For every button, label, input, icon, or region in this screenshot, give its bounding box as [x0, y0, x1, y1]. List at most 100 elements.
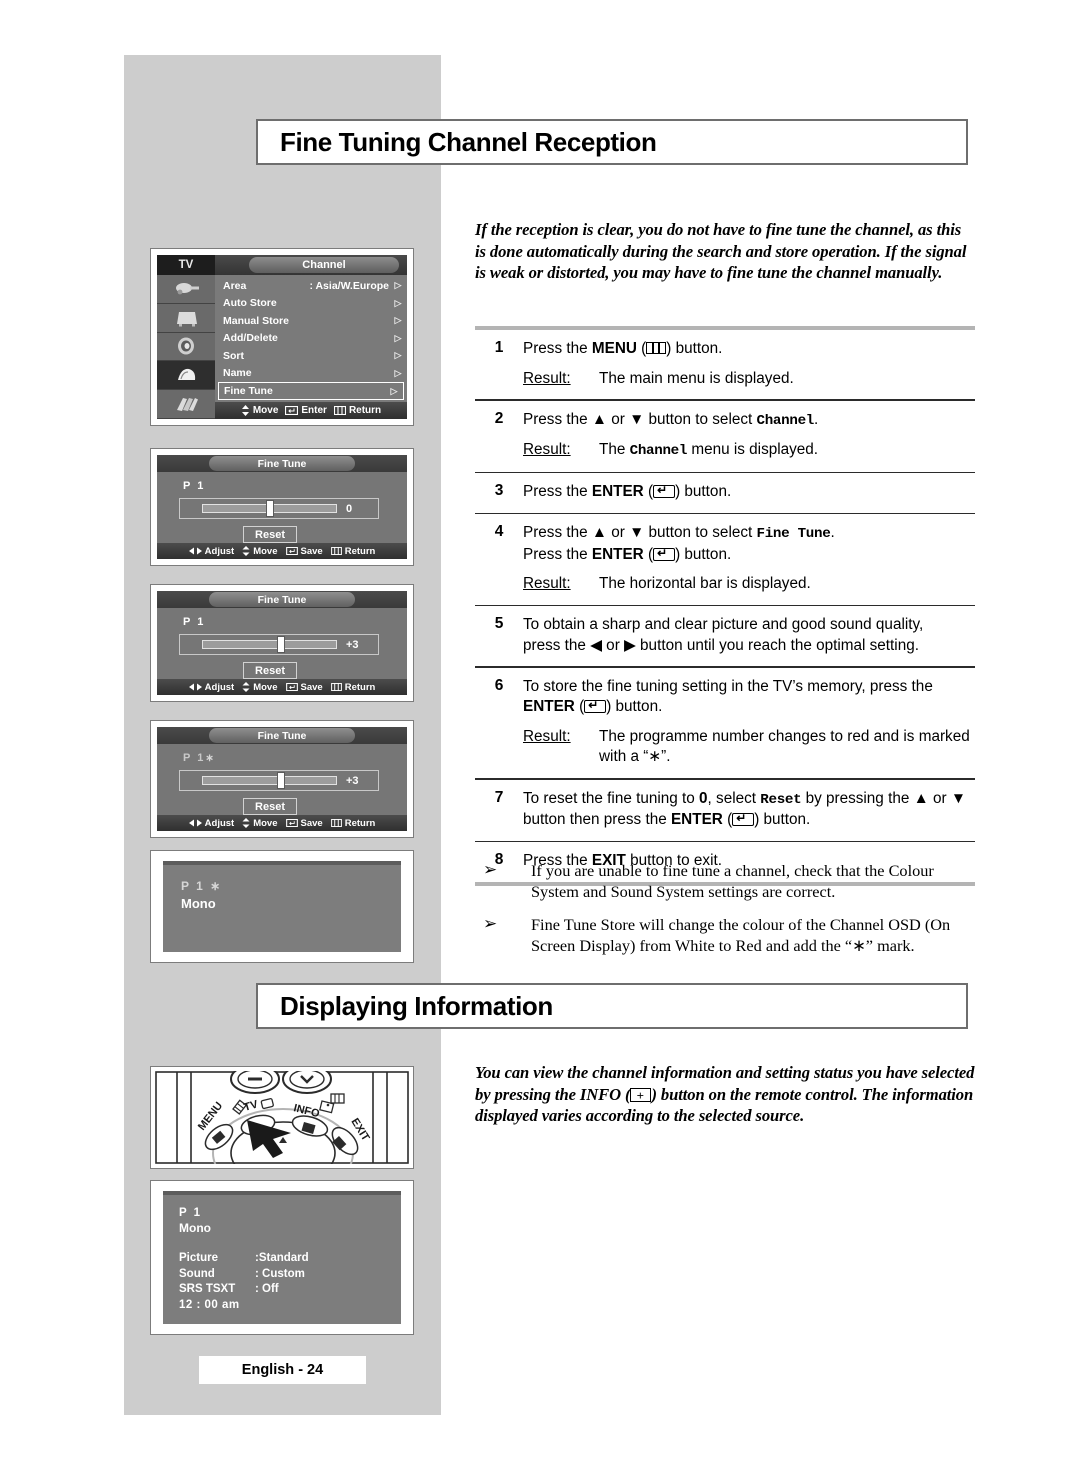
- result-label: Result:: [523, 575, 571, 593]
- step-text: press the ◀ or ▶ button until you reach …: [523, 636, 919, 654]
- osd-menu-item-name[interactable]: Name ▷: [215, 365, 407, 383]
- menu-key-icon: [330, 683, 342, 691]
- enter-key-icon: [653, 485, 676, 499]
- programme-label: P 1: [181, 879, 205, 893]
- reset-button[interactable]: Reset: [243, 526, 297, 543]
- intro-paragraph-fine-tuning: If the reception is clear, you do not ha…: [475, 220, 967, 282]
- step-text-post: by pressing the ▲ or ▼: [801, 789, 966, 807]
- osd-menu-item-add-delete[interactable]: Add/Delete ▷: [215, 330, 407, 348]
- osd-nav-enter: Enter: [285, 405, 327, 416]
- leftright-arrow-icon: [188, 683, 202, 691]
- enter-key-icon: [285, 819, 298, 827]
- chevron-right-icon: ▷: [394, 332, 402, 343]
- updown-arrow-icon: [242, 546, 250, 556]
- menu-key-icon: [330, 819, 342, 827]
- osd-channel-menu: TV Channel Area: Asia/W.Europe ▷ Auto S…: [150, 248, 414, 426]
- setting-key: SRS TSXT: [179, 1283, 236, 1295]
- programme-label: P 1: [183, 616, 206, 628]
- osd-programme-number: P 1: [183, 616, 205, 628]
- slider-track[interactable]: [202, 500, 337, 517]
- osd-title-bar: Fine Tune: [157, 455, 407, 472]
- updown-arrow-icon: [242, 818, 250, 828]
- osd-programme-number-marked: P 1 ∗: [181, 879, 401, 893]
- intro-paragraph-displaying-information: You can view the channel information and…: [475, 1062, 980, 1127]
- input-source-icon[interactable]: [157, 275, 215, 304]
- step-number: 1: [494, 339, 504, 356]
- programme-label: P 1: [183, 480, 206, 492]
- fine-tune-slider[interactable]: 0: [179, 498, 379, 519]
- sound-icon[interactable]: [157, 332, 215, 362]
- step-item: 1 Press the MENU () button. Result: The …: [475, 330, 975, 399]
- osd-nav-label: Return: [344, 681, 376, 693]
- osd-nav-label: Return: [348, 405, 382, 416]
- osd-menu-item-area[interactable]: Area : Asia/W.Europe ▷: [215, 277, 407, 295]
- fine-tune-slider[interactable]: +3: [179, 770, 379, 791]
- reset-button[interactable]: Reset: [243, 662, 297, 679]
- step-text: ENTER () button.: [523, 697, 975, 718]
- step-item: 6 To store the fine tuning setting in th…: [475, 668, 975, 778]
- step-text-mid: (: [643, 483, 654, 501]
- osd-nav-return: Return: [330, 817, 376, 829]
- slider-thumb[interactable]: [277, 636, 286, 653]
- slider-thumb[interactable]: [265, 500, 274, 517]
- result-text-post: menu is displayed.: [687, 441, 819, 459]
- step-text-pre: button then press the: [523, 811, 671, 829]
- enter-key-icon: [653, 547, 676, 561]
- slider-thumb[interactable]: [277, 772, 286, 789]
- step-key-label: ENTER: [591, 545, 644, 563]
- osd-programme-number: P 1: [183, 480, 205, 492]
- step-text-post: .: [830, 524, 835, 542]
- result-text: The horizontal bar is displayed.: [599, 575, 811, 593]
- setup-icon[interactable]: [157, 390, 215, 419]
- page-title-secondary: Displaying Information: [280, 990, 553, 1021]
- step-result: Result: The main menu is displayed.: [523, 369, 975, 390]
- slider-track[interactable]: [202, 636, 337, 653]
- info-key-icon: [630, 1085, 652, 1106]
- osd-nav-label: Return: [344, 817, 376, 829]
- picture-icon[interactable]: [157, 303, 215, 333]
- menu-key-icon: [646, 342, 667, 354]
- osd-nav-move: Move: [241, 405, 278, 416]
- step-text-post: .: [814, 410, 819, 428]
- step-item: 7 To reset the fine tuning to 0, select …: [475, 780, 975, 841]
- leftright-arrow-icon: [188, 819, 202, 827]
- osd-title-bar: TV Channel: [157, 255, 407, 275]
- step-text-mid: (: [574, 698, 585, 716]
- page-number-label: English - 24: [241, 1362, 324, 1378]
- osd-menu-item-manual-store[interactable]: Manual Store ▷: [215, 312, 407, 330]
- slider-track[interactable]: [202, 772, 337, 789]
- step-text-mid: (: [722, 811, 733, 829]
- step-text-mid: (: [636, 340, 647, 357]
- osd-title-bar: Fine Tune: [157, 591, 407, 608]
- step-text: To obtain a sharp and clear picture and …: [523, 616, 924, 634]
- reset-button[interactable]: Reset: [243, 798, 297, 815]
- osd-nav-bar: Adjust Move Save Return: [157, 679, 407, 695]
- section-heading-displaying-information: Displaying Information: [256, 983, 968, 1029]
- note-item: ➢ If you are unable to fine tune a chann…: [475, 860, 980, 902]
- step-number: 2: [494, 409, 504, 427]
- osd-title-bar: Fine Tune: [157, 727, 407, 744]
- osd-nav-label: Move: [253, 681, 278, 693]
- star-marker: ∗: [205, 753, 216, 764]
- channel-icon[interactable]: [157, 361, 215, 391]
- osd-settings-list: Picture :Standard Sound : Custom SRS TSX…: [179, 1251, 401, 1313]
- osd-menu-item-sort[interactable]: Sort ▷: [215, 347, 407, 365]
- osd-menu-item-auto-store[interactable]: Auto Store ▷: [215, 295, 407, 313]
- osd-setting-srs-tsxt: SRS TSXT : Off: [179, 1282, 401, 1298]
- note-text: If you are unable to fine tune a channel…: [531, 861, 934, 901]
- osd-nav-bar: Adjust Move Save Return: [157, 543, 407, 559]
- step-text: button then press the ENTER () button.: [523, 810, 975, 831]
- step-item: 3 Press the ENTER () button.: [475, 473, 975, 513]
- enter-key-icon: [285, 683, 298, 691]
- osd-item-label: Manual Store: [223, 314, 289, 327]
- step-text-post: ) button.: [606, 698, 663, 716]
- step-text-pre: Press the: [523, 340, 592, 357]
- step-text-pre: To reset the fine tuning to: [523, 789, 700, 807]
- osd-menu-item-fine-tune[interactable]: Fine Tune ▷: [218, 382, 404, 400]
- fine-tune-slider[interactable]: +3: [179, 634, 379, 655]
- step-result: Result: The Channel menu is displayed.: [523, 440, 975, 462]
- chevron-right-icon: ▷: [394, 297, 402, 308]
- step-key-label: MENU: [591, 340, 637, 357]
- step-number: 4: [494, 523, 504, 541]
- setting-value: :Standard: [255, 1252, 309, 1264]
